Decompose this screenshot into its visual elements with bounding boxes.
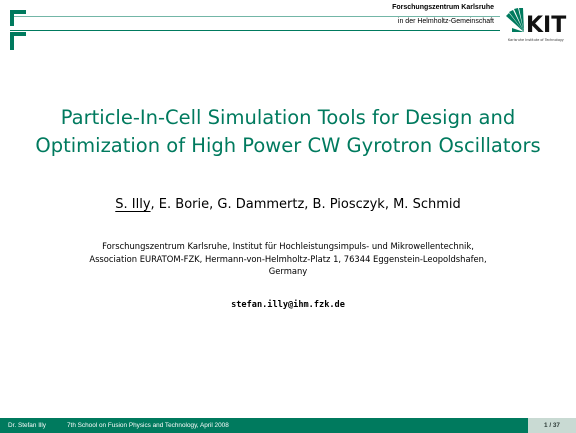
kit-logo-tagline: Karlsruhe Institute of Technology: [508, 38, 564, 42]
corner-bracket-lower-left: [10, 32, 14, 50]
kit-logo-wordmark: KIT: [526, 13, 566, 38]
slide-title-line-1: Particle-In-Cell Simulation Tools for De…: [60, 106, 516, 129]
affiliation: Forschungszentrum Karlsruhe, Institut fü…: [40, 240, 536, 278]
footer-event: 7th School on Fusion Physics and Technol…: [67, 422, 229, 429]
author-list: S. Illy, E. Borie, G. Dammertz, B. Piosc…: [0, 197, 576, 212]
slide-title-line-2: Optimization of High Power CW Gyrotron O…: [35, 134, 541, 157]
kit-logo: KIT Karlsruhe Institute of Technology: [506, 8, 566, 42]
header-rule: [10, 30, 500, 31]
contact-email[interactable]: stefan.illy@ihm.fzk.de: [0, 300, 576, 310]
page-number: 1 / 37: [528, 418, 576, 433]
affiliation-line-3: Germany: [268, 266, 308, 276]
affiliation-line-1: Forschungszentrum Karlsruhe, Institut fü…: [102, 241, 474, 251]
presenter-name: S. Illy: [115, 197, 151, 212]
header-rule-top: [10, 16, 500, 17]
kit-logo-fan-icon: [506, 8, 524, 32]
coauthor-names: , E. Borie, G. Dammertz, B. Piosczyk, M.…: [150, 197, 461, 212]
institution-subtitle: in der Helmholtz-Gemeinschaft: [397, 18, 494, 25]
corner-bracket-left: [10, 10, 14, 26]
slide-title: Particle-In-Cell Simulation Tools for De…: [0, 104, 576, 160]
footer-author: Dr. Stefan Illy: [8, 422, 47, 429]
affiliation-line-2: Association EURATOM-FZK, Hermann-von-Hel…: [89, 253, 487, 264]
institution-name: Forschungszentrum Karlsruhe: [392, 4, 494, 11]
footer-bar: Dr. Stefan Illy 7th School on Fusion Phy…: [0, 418, 576, 433]
